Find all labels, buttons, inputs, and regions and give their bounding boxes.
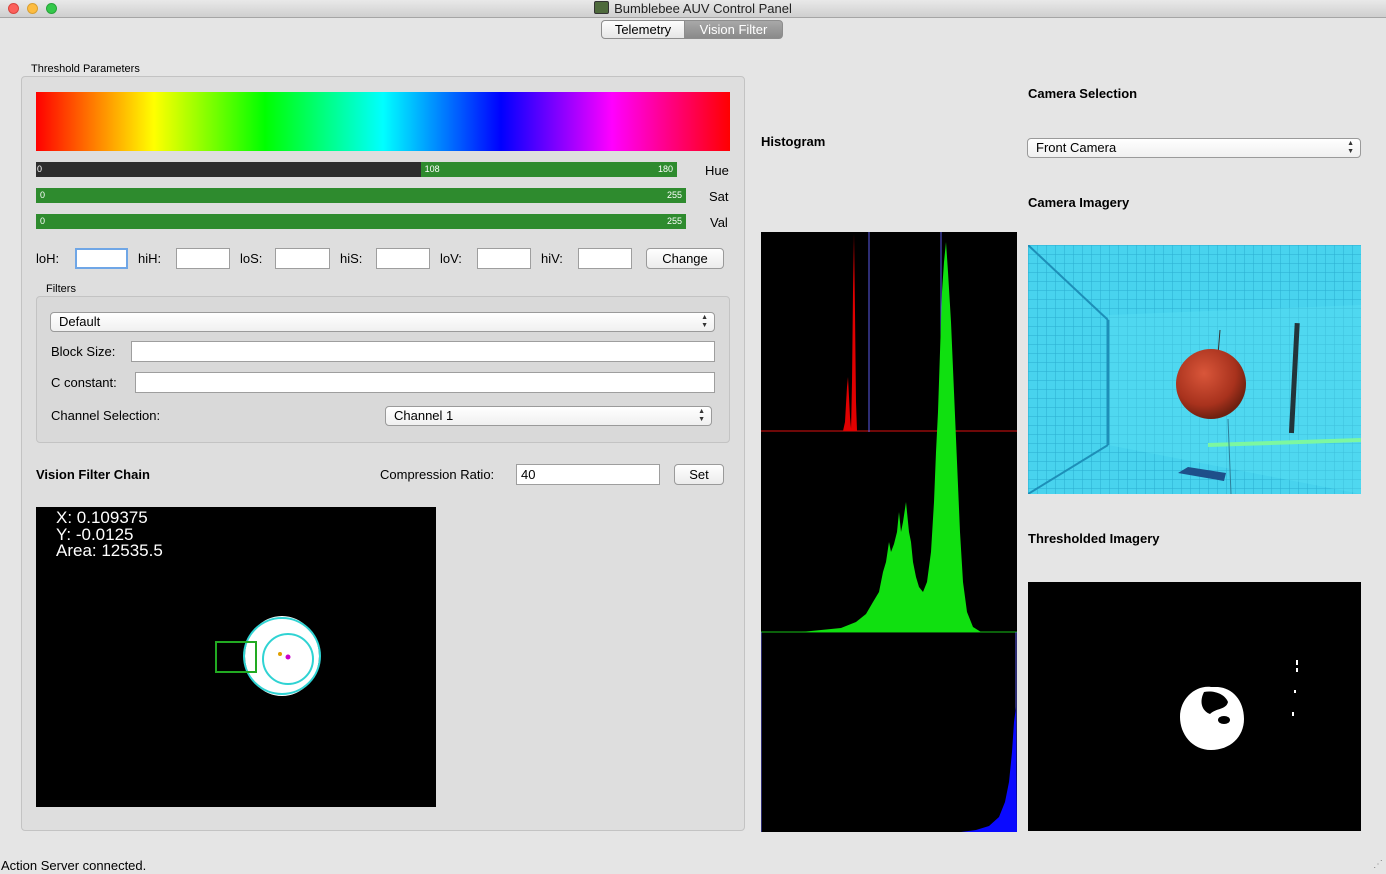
los-input[interactable] — [275, 248, 330, 269]
loh-input[interactable] — [75, 248, 128, 269]
chevron-updown-icon: ▲ ▼ — [701, 314, 708, 329]
compression-ratio-input[interactable]: 40 — [516, 464, 660, 485]
val-label: Val — [710, 215, 728, 230]
histogram-panel — [761, 232, 1017, 832]
app-icon — [594, 1, 610, 14]
sat-range-slider[interactable]: 0 255 — [36, 188, 686, 203]
hiv-input[interactable] — [578, 248, 632, 269]
thresholded-imagery-title: Thresholded Imagery — [1028, 531, 1160, 546]
status-bar: Action Server connected. ⋰ — [0, 855, 1386, 874]
hue-range-slider[interactable]: 0 108 180 — [36, 162, 677, 177]
c-constant-input[interactable] — [135, 372, 715, 393]
status-text: Action Server connected. — [1, 858, 147, 873]
overlay-area: Area: 12535.5 — [56, 541, 163, 560]
hue-range-fill — [420, 162, 677, 177]
camera-image — [1028, 245, 1361, 494]
hiv-label: hiV: — [541, 251, 563, 266]
hue-low-value: 108 — [424, 164, 440, 174]
centroid-marker — [278, 652, 282, 656]
block-size-label: Block Size: — [51, 344, 116, 359]
filter-select-value: Default — [59, 314, 101, 329]
block-size-input[interactable] — [131, 341, 715, 362]
chevron-updown-icon: ▲ ▼ — [698, 408, 705, 423]
histogram-plot — [761, 232, 1017, 832]
underwater-scene — [1028, 245, 1361, 494]
camera-select[interactable]: Front Camera ▲ ▼ — [1027, 138, 1361, 158]
loh-label: loH: — [36, 251, 60, 266]
hue-peak-large — [851, 234, 857, 431]
threshold-mask — [1180, 660, 1298, 750]
lov-input[interactable] — [477, 248, 531, 269]
change-button[interactable]: Change — [646, 248, 724, 269]
hue-label: Hue — [705, 163, 729, 178]
tab-telemetry[interactable]: Telemetry — [601, 20, 685, 39]
filter-select[interactable]: Default ▲ ▼ — [50, 312, 715, 332]
sat-range-fill — [36, 188, 686, 203]
channel-select-value: Channel 1 — [394, 408, 454, 423]
resize-grip-icon[interactable]: ⋰ — [1373, 859, 1383, 870]
sat-high-value: 255 — [666, 190, 682, 200]
los-label: loS: — [240, 251, 263, 266]
camera-selection-title: Camera Selection — [1028, 86, 1138, 101]
val-distribution — [961, 707, 1017, 832]
chevron-updown-icon: ▲ ▼ — [1347, 140, 1354, 155]
val-range-slider[interactable]: 0 255 — [36, 214, 686, 229]
overlay-x: X: 0.109375 — [56, 508, 148, 527]
his-input[interactable] — [376, 248, 430, 269]
title-bar: Bumblebee AUV Control Panel — [0, 0, 1386, 18]
hih-input[interactable] — [176, 248, 230, 269]
set-button[interactable]: Set — [674, 464, 724, 485]
camera-select-value: Front Camera — [1036, 140, 1117, 155]
compression-ratio-label: Compression Ratio: — [380, 467, 495, 482]
thresholded-image — [1028, 582, 1361, 831]
hue-min-label: 0 — [37, 164, 43, 174]
filters-group-title: Filters — [46, 283, 76, 295]
hue-spectrum — [36, 92, 730, 151]
sat-label: Sat — [709, 189, 729, 204]
vision-chain-title: Vision Filter Chain — [36, 467, 150, 482]
hue-high-value: 180 — [657, 164, 673, 174]
hih-label: hiH: — [138, 251, 162, 266]
threshold-group-title: Threshold Parameters — [31, 63, 140, 75]
sat-low-value: 0 — [40, 190, 46, 200]
center-marker — [285, 654, 291, 660]
channel-select[interactable]: Channel 1 ▲ ▼ — [385, 406, 712, 426]
window-title-text: Bumblebee AUV Control Panel — [614, 1, 792, 16]
his-label: hiS: — [340, 251, 363, 266]
val-range-fill — [36, 214, 686, 229]
window-title: Bumblebee AUV Control Panel — [0, 1, 1386, 16]
lov-label: loV: — [440, 251, 462, 266]
histogram-title: Histogram — [761, 134, 826, 149]
c-constant-label: C constant: — [51, 375, 117, 390]
val-low-value: 0 — [40, 216, 46, 226]
channel-selection-label: Channel Selection: — [51, 408, 161, 423]
vision-chain-image: X: 0.109375 Y: -0.0125 Area: 12535.5 — [36, 507, 436, 807]
tab-vision-filter[interactable]: Vision Filter — [684, 20, 783, 39]
sat-distribution — [801, 242, 981, 632]
val-high-value: 255 — [666, 216, 682, 226]
camera-imagery-title: Camera Imagery — [1028, 195, 1130, 210]
